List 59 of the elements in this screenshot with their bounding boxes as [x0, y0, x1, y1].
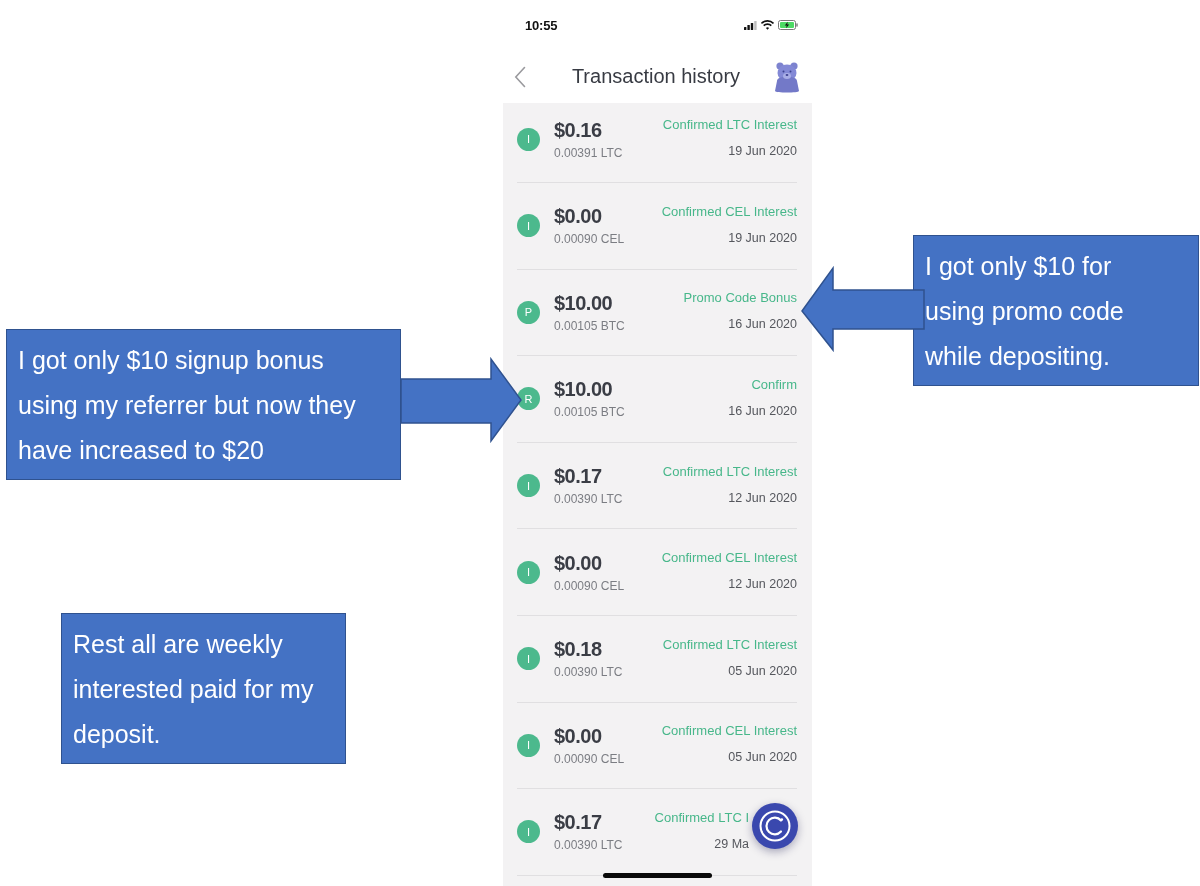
signal-icon — [744, 20, 757, 30]
charging-battery-icon — [778, 20, 798, 30]
crypto-amount: 0.00090 CEL — [554, 577, 625, 594]
usd-amount: $10.00 — [554, 290, 614, 315]
usd-amount: $0.17 — [554, 464, 603, 489]
crypto-amount: 0.00390 LTC — [554, 491, 623, 508]
screen-title: Transaction history — [570, 65, 742, 88]
transaction-date: 29 Ma — [714, 835, 749, 852]
transaction-status: Promo Code Bonus — [683, 290, 797, 307]
crypto-amount: 0.00090 CEL — [554, 750, 625, 767]
transaction-type-avatar: I — [517, 474, 540, 498]
transaction-date: 16 Jun 2020 — [728, 316, 797, 333]
usd-amount: $0.00 — [554, 550, 603, 575]
usd-amount: $10.00 — [554, 377, 614, 402]
crypto-amount: 0.00105 BTC — [554, 404, 625, 421]
bear-avatar-icon — [774, 60, 800, 93]
callout-note: Rest all are weekly interested paid for my deposit. — [61, 613, 346, 764]
transaction-type-avatar: I — [517, 820, 540, 844]
usd-amount: $0.17 — [554, 810, 603, 835]
transaction-type-avatar: I — [517, 647, 540, 671]
crypto-amount: 0.00390 LTC — [554, 664, 623, 681]
transaction-status: Confirmed CEL Interest — [661, 550, 797, 567]
transaction-date: 19 Jun 2020 — [728, 229, 797, 246]
transaction-type-avatar: I — [517, 127, 540, 151]
back-chevron-icon — [514, 65, 526, 88]
transaction-status: Confirmed LTC I — [654, 809, 749, 826]
transaction-status: Confirmed LTC Interest — [662, 636, 797, 653]
transaction-type-avatar: I — [517, 214, 540, 238]
c-ring-logo-icon — [759, 810, 791, 842]
callout-note: I got only $10 for using promo code while depositing. — [913, 235, 1199, 386]
crypto-amount: 0.00390 LTC — [554, 837, 623, 854]
transaction-status: Confirmed LTC Interest — [662, 463, 797, 480]
crypto-amount: 0.00090 CEL — [554, 231, 625, 248]
transaction-date: 19 Jun 2020 — [728, 143, 797, 160]
floating-action-button[interactable] — [752, 803, 798, 849]
transaction-date: 05 Jun 2020 — [728, 749, 797, 766]
transaction-date: 05 Jun 2020 — [728, 662, 797, 679]
transaction-type-avatar: R — [517, 387, 540, 411]
usd-amount: $0.00 — [554, 723, 603, 748]
usd-amount: $0.00 — [554, 204, 603, 229]
transaction-status: Confirm — [751, 377, 797, 393]
back-button[interactable] — [512, 64, 528, 89]
transaction-status: Confirmed CEL Interest — [661, 203, 797, 220]
callout-note: I got only $10 signup bonus using my referrer but now they have increased to $20 — [6, 329, 401, 480]
crypto-amount: 0.00391 LTC — [554, 144, 623, 161]
transaction-status: Confirmed LTC Interest — [662, 117, 797, 134]
transaction-date: 12 Jun 2020 — [728, 576, 797, 593]
crypto-amount: 0.00105 BTC — [554, 317, 625, 334]
transaction-date: 12 Jun 2020 — [728, 489, 797, 506]
profile-button[interactable] — [774, 60, 800, 93]
transaction-date: 16 Jun 2020 — [728, 403, 797, 419]
usd-amount: $0.16 — [554, 117, 603, 142]
transaction-type-avatar: I — [517, 560, 540, 584]
status-time: 10:55 — [525, 17, 558, 33]
usd-amount: $0.18 — [554, 637, 603, 662]
transaction-type-avatar: I — [517, 733, 540, 757]
transaction-type-avatar: P — [517, 300, 540, 324]
wifi-icon — [761, 20, 774, 30]
transaction-status: Confirmed CEL Interest — [661, 723, 797, 740]
